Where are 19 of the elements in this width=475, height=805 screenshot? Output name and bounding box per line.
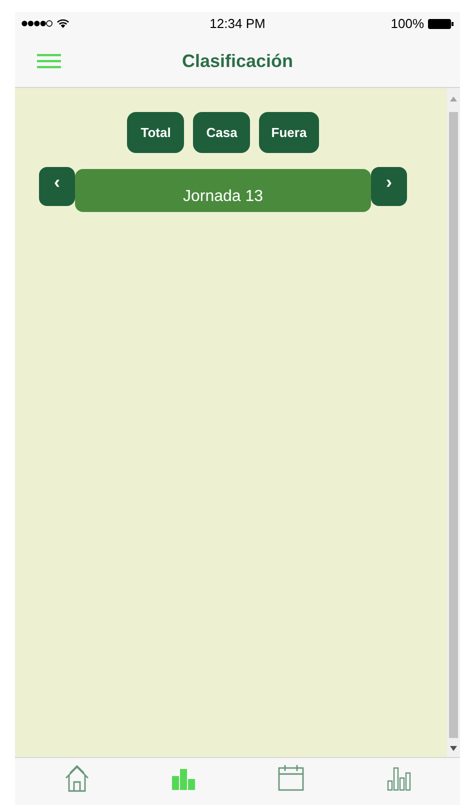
- scrollbar-thumb[interactable]: [449, 112, 458, 738]
- calendar-icon: [277, 764, 306, 792]
- home-icon: [62, 764, 91, 792]
- filter-button[interactable]: Total: [127, 112, 184, 153]
- filter-button[interactable]: Fuera: [259, 112, 319, 153]
- signal-icon: [21, 20, 53, 27]
- clock-text: 12:34 PM: [210, 16, 266, 31]
- scroll-down-icon: [450, 746, 457, 751]
- scroll-up-icon: [450, 94, 457, 104]
- screen-title: Clasificación: [182, 50, 294, 70]
- round-label: Jornada 13: [75, 169, 371, 212]
- menu-icon: [37, 53, 61, 69]
- wifi-icon: [57, 19, 69, 28]
- scrollbar[interactable]: [447, 88, 460, 757]
- battery-icon: [428, 18, 454, 28]
- filter-button[interactable]: Casa: [193, 112, 250, 153]
- previous-button[interactable]: ‹: [39, 166, 75, 206]
- battery-percent: 100%: [390, 16, 424, 31]
- next-button[interactable]: ›: [371, 166, 407, 206]
